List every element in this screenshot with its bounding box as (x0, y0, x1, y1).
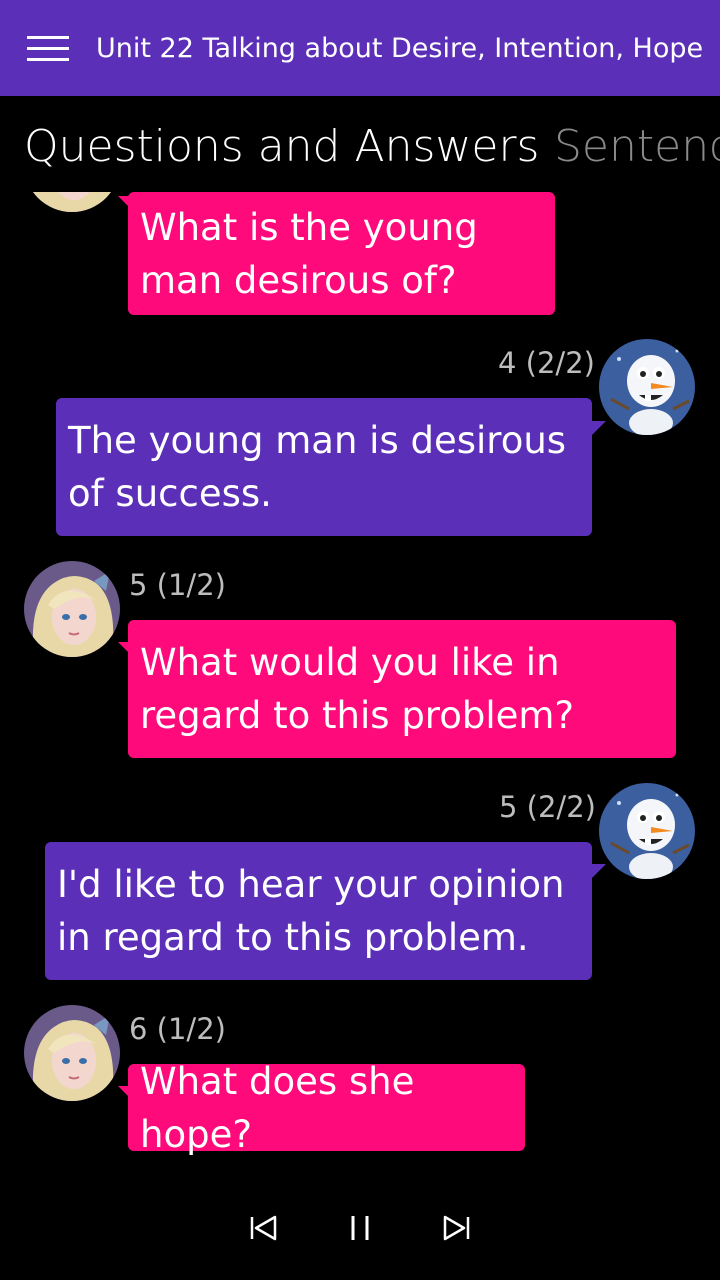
girl-avatar (24, 192, 120, 212)
answer-bubble: The young man is desirous of success. (56, 398, 592, 536)
bubble-tail (592, 421, 606, 435)
message-text: The young man is desirous of success. (68, 419, 567, 515)
message-counter: 4 (2/2) (498, 346, 595, 380)
message-counter: 6 (1/2) (129, 1012, 226, 1046)
girl-avatar (24, 1005, 120, 1101)
app-header: Unit 22 Talking about Desire, Intention,… (0, 0, 720, 96)
snowman-avatar (599, 339, 695, 435)
skip-next-icon[interactable] (434, 1206, 478, 1250)
snowman-avatar (599, 783, 695, 879)
hamburger-menu-icon[interactable] (27, 36, 69, 62)
question-bubble: What is the young man desirous of? (128, 192, 555, 315)
question-bubble: What would you like in regard to this pr… (128, 620, 676, 758)
pause-icon[interactable] (338, 1206, 382, 1250)
bubble-tail (592, 864, 606, 878)
skip-previous-icon[interactable] (242, 1206, 286, 1250)
tab-sentences[interactable]: Sentences (554, 121, 720, 173)
message-counter: 5 (2/2) (499, 790, 596, 824)
app-title: Unit 22 Talking about Desire, Intention,… (96, 33, 704, 64)
tab-questions-and-answers[interactable]: Questions and Answers (24, 121, 539, 173)
message-counter: 5 (1/2) (129, 568, 226, 602)
chat-list[interactable]: What is the young man desirous of? 4 (2/… (0, 192, 720, 1182)
girl-avatar (24, 561, 120, 657)
message-text: What does she hope? (140, 1059, 415, 1156)
question-bubble: What does she hope? (128, 1060, 525, 1156)
message-text: What would you like in regard to this pr… (140, 641, 575, 737)
answer-bubble: I'd like to hear your opinion in regard … (45, 842, 592, 980)
message-text: I'd like to hear your opinion in regard … (57, 863, 565, 959)
playback-controls (0, 1182, 720, 1280)
message-text: What is the young man desirous of? (140, 205, 478, 302)
tab-strip: Questions and Answers Sentences (0, 96, 720, 192)
